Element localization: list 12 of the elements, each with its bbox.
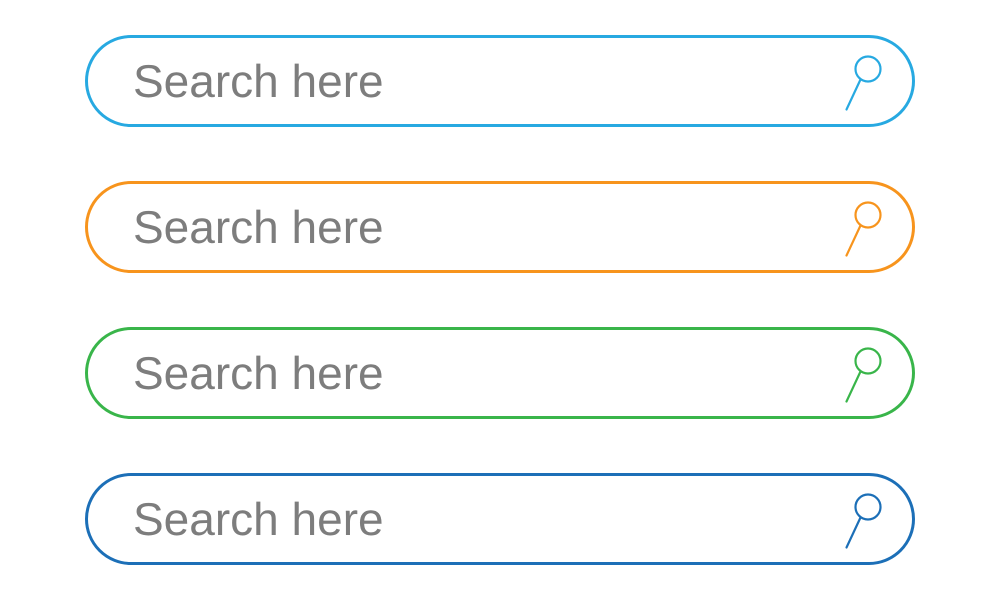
search-icon[interactable] [845, 347, 882, 403]
search-icon[interactable] [845, 493, 882, 549]
search-field[interactable]: Search here [133, 51, 845, 111]
search-icon[interactable] [845, 55, 882, 111]
search-bar[interactable]: Search here [85, 473, 915, 565]
search-bar[interactable]: Search here [85, 327, 915, 419]
search-field[interactable]: Search here [133, 197, 845, 257]
search-icon[interactable] [845, 201, 882, 257]
search-bar[interactable]: Search here [85, 35, 915, 127]
search-field[interactable]: Search here [133, 489, 845, 549]
search-bar[interactable]: Search here [85, 181, 915, 273]
search-field[interactable]: Search here [133, 343, 845, 403]
